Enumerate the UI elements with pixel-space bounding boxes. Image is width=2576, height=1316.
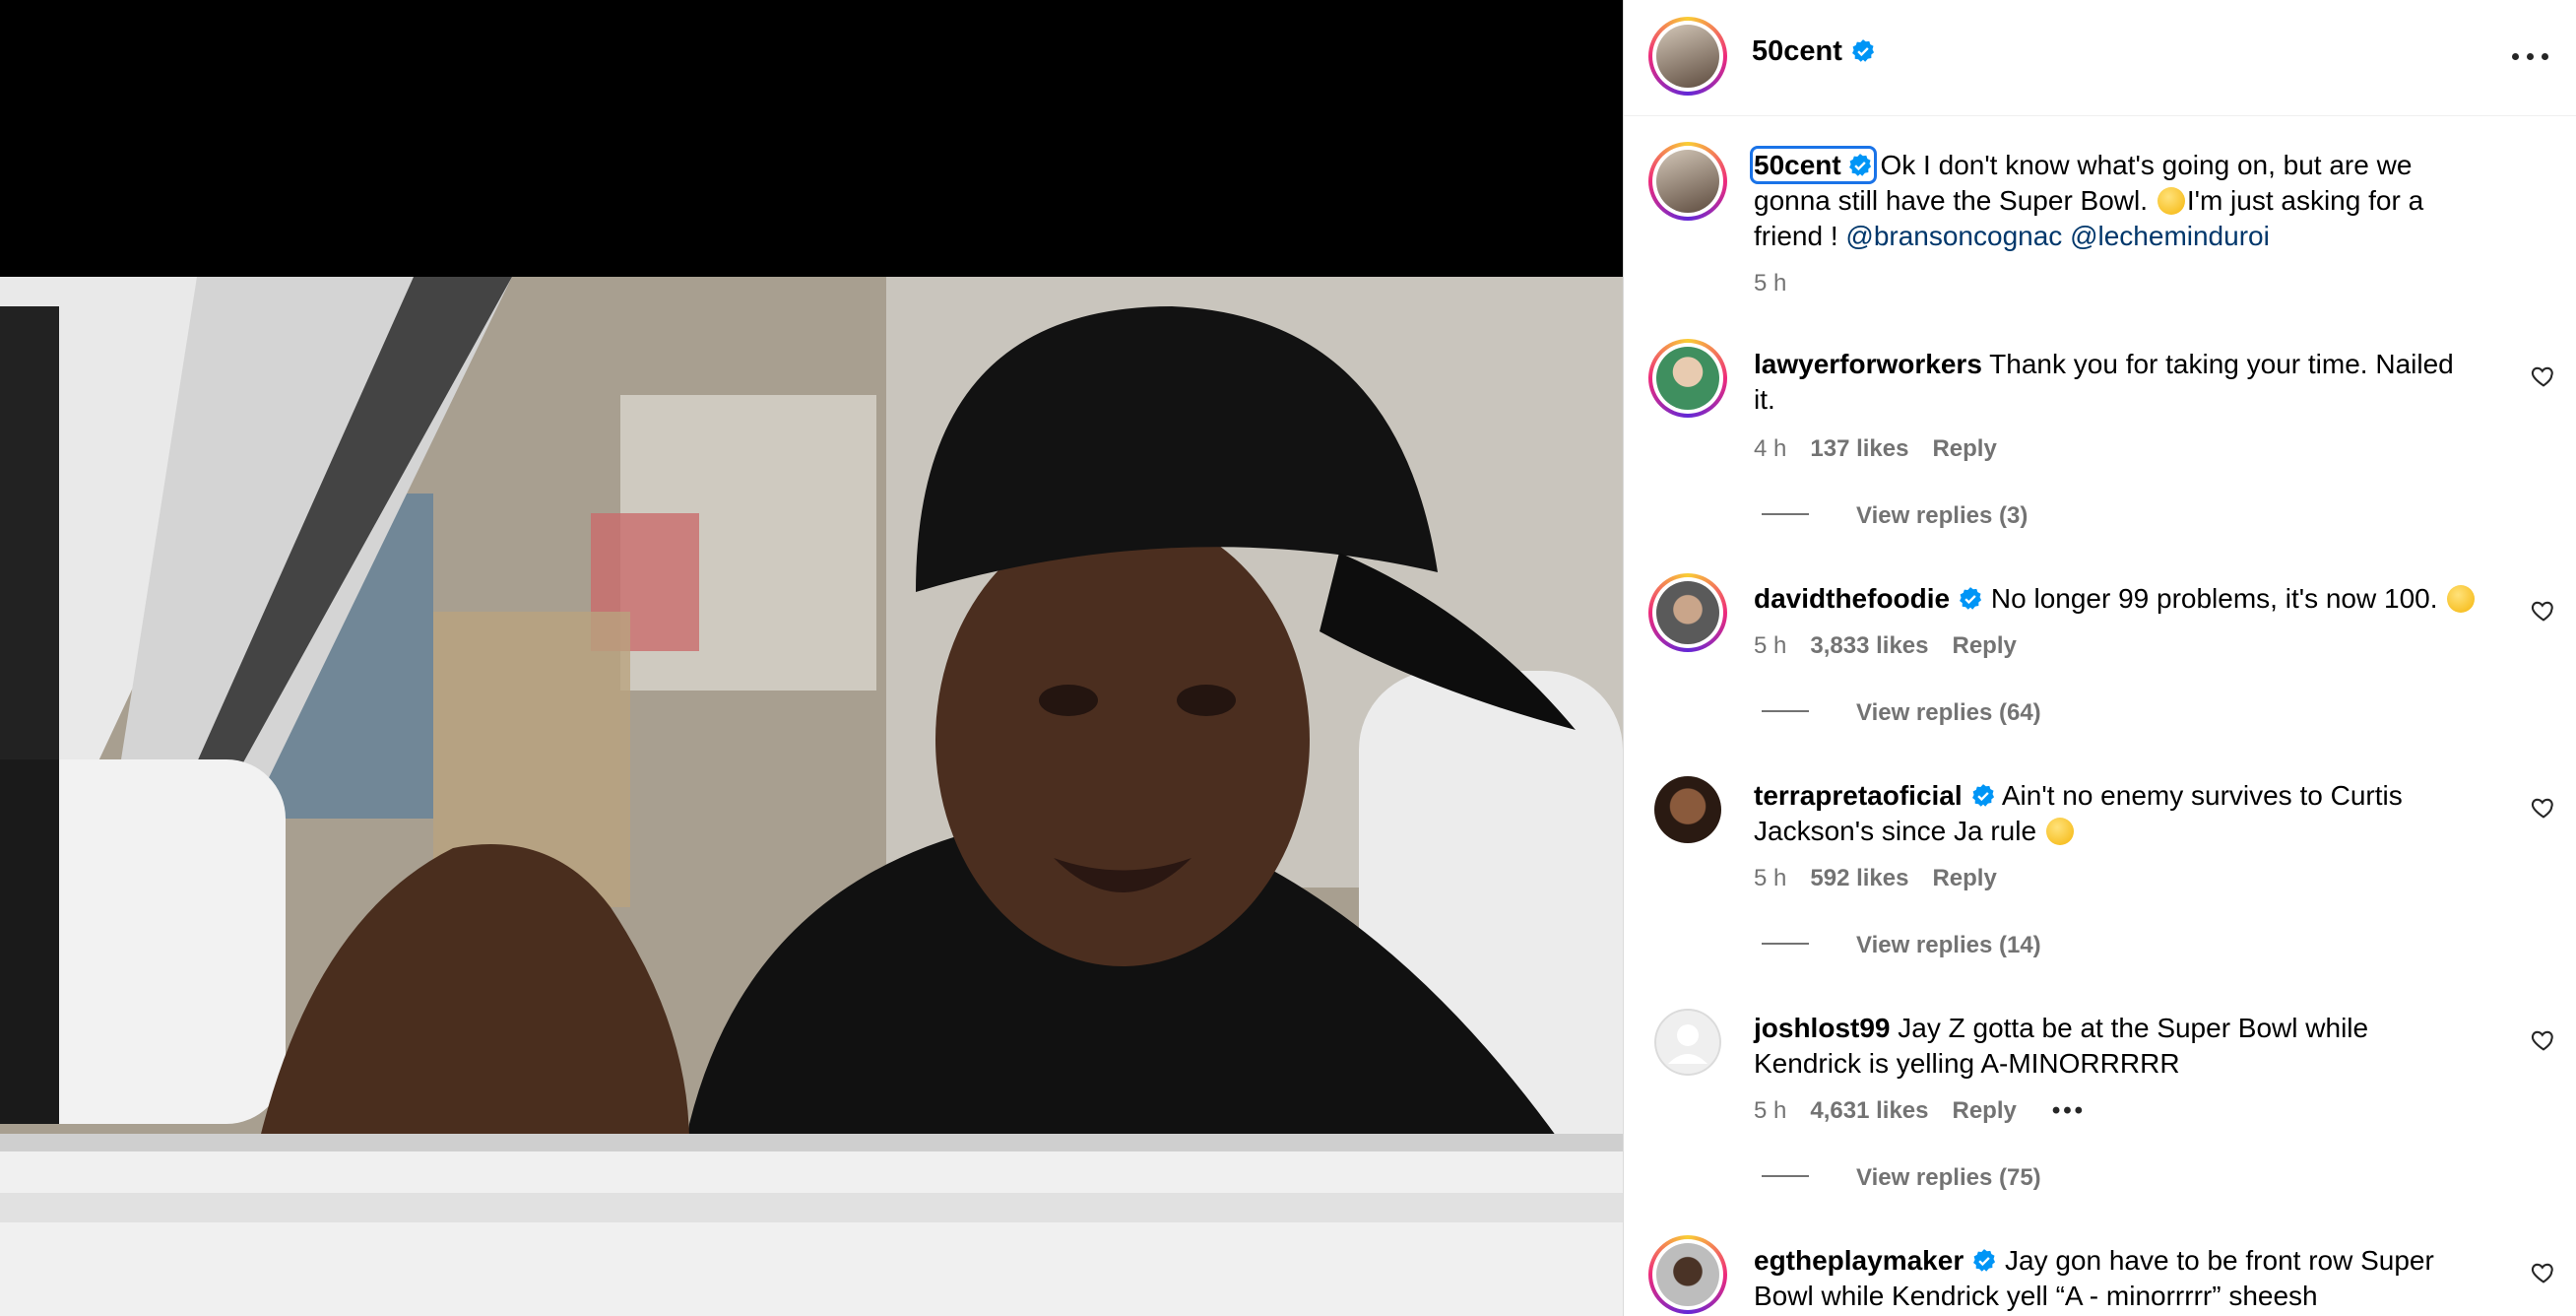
heart-outline-icon[interactable] <box>2530 1259 2557 1286</box>
verified-badge-icon <box>1851 39 1874 62</box>
post-panel: 50cent 50cent Ok I don't know what's goi… <box>1623 0 2576 1316</box>
post-header: 50cent <box>1624 0 2576 116</box>
timestamp[interactable]: 5 h <box>1754 632 1786 659</box>
astonished-face-emoji-icon <box>2447 585 2476 613</box>
comment-username[interactable]: davidthefoodie <box>1754 583 1950 614</box>
view-replies-button[interactable]: View replies (14) <box>1762 932 2041 959</box>
verified-badge-icon <box>1971 784 1994 807</box>
caption-username[interactable]: 50cent <box>1750 146 1877 184</box>
worried-face-emoji-icon <box>2157 187 2185 215</box>
reply-button[interactable]: Reply <box>1952 632 2016 659</box>
verified-badge-icon <box>1973 1249 1996 1272</box>
view-replies-button[interactable]: View replies (75) <box>1762 1164 2041 1192</box>
replies-divider <box>1762 513 1809 515</box>
post-photo <box>0 277 1623 1316</box>
verified-badge-icon <box>1960 587 1982 610</box>
comment-text: davidthefoodie No longer 99 problems, it… <box>1754 581 2482 617</box>
mention-link[interactable]: @lecheminduroi <box>2070 221 2270 251</box>
view-replies-button[interactable]: View replies (64) <box>1762 699 2041 727</box>
like-count[interactable]: 592 likes <box>1810 865 1908 891</box>
caption-text: 50cent Ok I don't know what's going on, … <box>1750 146 2482 254</box>
comment-meta: 5 h 592 likes Reply <box>1754 865 2021 892</box>
photo-illustration <box>0 277 1623 1316</box>
like-count[interactable]: 4,631 likes <box>1810 1097 1928 1124</box>
comment-meta: 5 h 4,631 likes Reply ••• <box>1754 1097 2109 1125</box>
author-username[interactable]: 50cent <box>1752 35 1876 68</box>
heart-outline-icon[interactable] <box>2530 794 2557 822</box>
comment-options-button[interactable]: ••• <box>2052 1097 2086 1125</box>
comment-text: terrapretaoficial Ain't no enemy survive… <box>1754 778 2482 849</box>
like-count[interactable]: 137 likes <box>1810 435 1908 462</box>
replies-divider <box>1762 710 1809 712</box>
heart-outline-icon[interactable] <box>2530 1026 2557 1054</box>
comment-avatar[interactable] <box>1648 573 1727 652</box>
author-avatar[interactable] <box>1648 17 1727 96</box>
like-count[interactable]: 3,833 likes <box>1810 632 1928 659</box>
more-options-button[interactable] <box>2510 37 2551 77</box>
comment-username[interactable]: egtheplaymaker <box>1754 1245 1964 1276</box>
comment-username[interactable]: joshlost99 <box>1754 1013 1890 1043</box>
laughing-tears-emoji-icon <box>2045 818 2074 845</box>
replies-divider <box>1762 943 1809 945</box>
replies-divider <box>1762 1175 1809 1177</box>
timestamp[interactable]: 5 h <box>1754 865 1786 891</box>
comment-text: lawyerforworkers Thank you for taking yo… <box>1754 347 2482 418</box>
verified-badge-icon <box>1848 154 1871 176</box>
caption-meta: 5 h <box>1754 270 1810 297</box>
comment-meta: 4 h 137 likes Reply <box>1754 435 2021 463</box>
heart-outline-icon[interactable] <box>2530 362 2557 390</box>
comment-body: No longer 99 problems, it's now 100. <box>1990 583 2438 614</box>
reply-button[interactable]: Reply <box>1932 435 1996 462</box>
comment-username[interactable]: lawyerforworkers <box>1754 349 1982 379</box>
caption-avatar[interactable] <box>1648 142 1727 221</box>
reply-button[interactable]: Reply <box>1952 1097 2016 1124</box>
comment-text: joshlost99 Jay Z gotta be at the Super B… <box>1754 1011 2482 1082</box>
timestamp[interactable]: 5 h <box>1754 270 1786 296</box>
comment-avatar[interactable] <box>1648 339 1727 418</box>
comment-text: egtheplaymaker Jay gon have to be front … <box>1754 1243 2482 1314</box>
comment-avatar[interactable] <box>1654 1009 1721 1076</box>
comment-avatar[interactable] <box>1654 776 1721 843</box>
timestamp[interactable]: 4 h <box>1754 435 1786 462</box>
post-media[interactable] <box>0 0 1623 1316</box>
mention-link[interactable]: @bransoncognac <box>1845 221 2062 251</box>
author-username-text[interactable]: 50cent <box>1752 35 1842 67</box>
view-replies-button[interactable]: View replies (3) <box>1762 502 2028 530</box>
default-avatar-icon <box>1654 1009 1721 1076</box>
comment-meta: 5 h 3,833 likes Reply <box>1754 632 2040 660</box>
heart-outline-icon[interactable] <box>2530 597 2557 625</box>
timestamp[interactable]: 5 h <box>1754 1097 1786 1124</box>
comment-username[interactable]: terrapretaoficial <box>1754 780 1963 811</box>
reply-button[interactable]: Reply <box>1932 865 1996 891</box>
comment-avatar[interactable] <box>1648 1235 1727 1314</box>
